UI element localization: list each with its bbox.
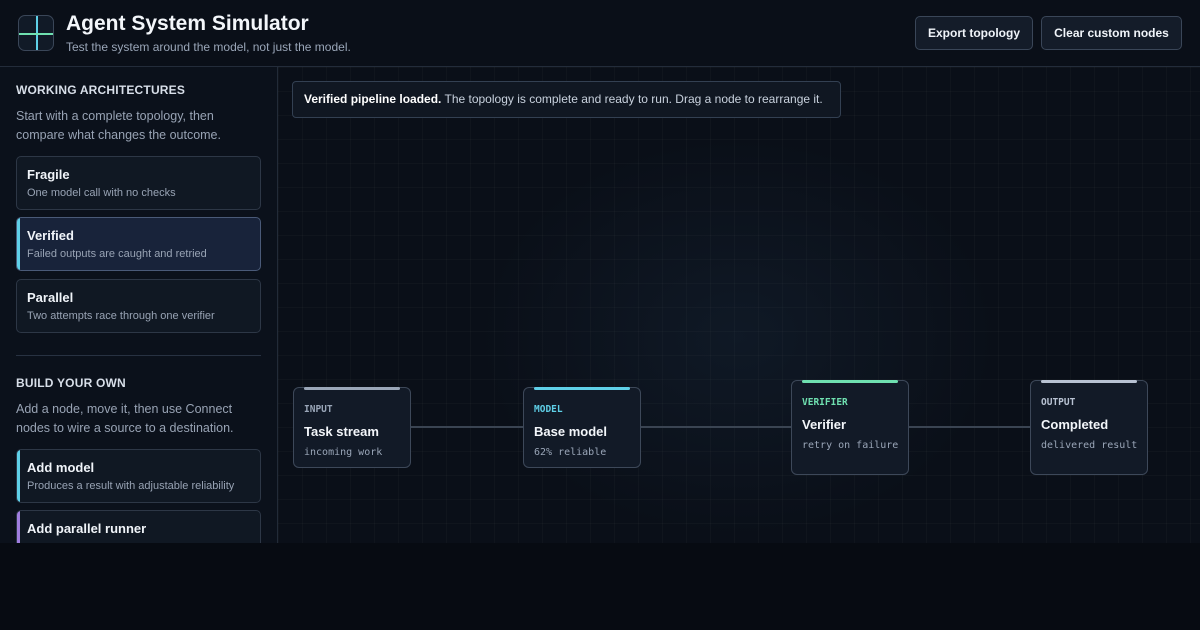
node-name: Base model bbox=[534, 424, 607, 439]
banner-bold-text: Verified pipeline loaded. bbox=[304, 92, 442, 106]
node-type: OUTPUT bbox=[1041, 397, 1076, 408]
card-title: Add parallel runner bbox=[27, 521, 147, 536]
selected-accent-bar bbox=[17, 218, 20, 270]
node-color-bar bbox=[304, 387, 400, 390]
model-accent-bar bbox=[17, 450, 20, 502]
card-description: Two attempts race through one verifier bbox=[27, 310, 215, 322]
topology-canvas[interactable]: Verified pipeline loaded. The topology i… bbox=[278, 67, 1200, 543]
node-model[interactable]: MODEL Base model 62% reliable bbox=[523, 387, 641, 468]
node-verifier[interactable]: VERIFIER Verifier retry on failure bbox=[791, 380, 909, 475]
node-detail: retry on failure bbox=[802, 440, 899, 451]
card-title: Add model bbox=[27, 460, 95, 475]
section-divider bbox=[16, 355, 261, 356]
architecture-card-fragile[interactable]: Fragile One model call with no checks bbox=[16, 156, 261, 210]
add-parallel-runner-button[interactable]: Add parallel runner bbox=[16, 510, 261, 543]
working-architectures-heading: WORKING ARCHITECTURES bbox=[16, 83, 186, 97]
build-your-own-heading: BUILD YOUR OWN bbox=[16, 376, 126, 390]
add-model-button[interactable]: Add model Produces a result with adjusta… bbox=[16, 449, 261, 503]
node-name: Task stream bbox=[304, 424, 379, 439]
edge-verifier-to-output bbox=[908, 426, 1031, 428]
card-title: Parallel bbox=[27, 290, 74, 305]
node-output[interactable]: OUTPUT Completed delivered result bbox=[1030, 380, 1148, 475]
node-color-bar bbox=[534, 387, 630, 390]
node-input[interactable]: INPUT Task stream incoming work bbox=[293, 387, 411, 468]
grid-logo-icon bbox=[18, 15, 54, 51]
card-description: One model call with no checks bbox=[27, 187, 176, 199]
status-banner: Verified pipeline loaded. The topology i… bbox=[292, 81, 841, 118]
node-type: VERIFIER bbox=[802, 397, 848, 408]
clear-custom-nodes-button[interactable]: Clear custom nodes bbox=[1041, 16, 1182, 50]
node-name: Completed bbox=[1041, 417, 1109, 432]
architecture-card-verified[interactable]: Verified Failed outputs are caught and r… bbox=[16, 217, 261, 271]
working-architectures-description: Start with a complete topology, then com… bbox=[16, 109, 221, 142]
edge-model-to-verifier bbox=[640, 426, 792, 428]
edge-input-to-model bbox=[410, 426, 524, 428]
parallel-accent-bar bbox=[17, 511, 20, 543]
node-detail: 62% reliable bbox=[534, 447, 607, 458]
build-your-own-description: Add a node, move it, then use Connect no… bbox=[16, 402, 234, 435]
export-topology-button[interactable]: Export topology bbox=[915, 16, 1033, 50]
card-title: Fragile bbox=[27, 167, 70, 182]
sidebar: WORKING ARCHITECTURES Start with a compl… bbox=[0, 67, 278, 543]
app-title: Agent System Simulator bbox=[66, 12, 309, 35]
architecture-card-parallel[interactable]: Parallel Two attempts race through one v… bbox=[16, 279, 261, 333]
app-header: Agent System Simulator Test the system a… bbox=[0, 0, 1200, 67]
app-subtitle: Test the system around the model, not ju… bbox=[66, 40, 351, 54]
empty-footer-area bbox=[0, 543, 1200, 630]
node-name: Verifier bbox=[802, 417, 847, 432]
node-detail: incoming work bbox=[304, 447, 383, 458]
banner-text: The topology is complete and ready to ru… bbox=[441, 92, 823, 106]
node-color-bar bbox=[1041, 380, 1137, 383]
card-description: Failed outputs are caught and retried bbox=[27, 248, 207, 260]
node-type: INPUT bbox=[304, 404, 333, 415]
card-description: Produces a result with adjustable reliab… bbox=[27, 480, 235, 492]
card-title: Verified bbox=[27, 228, 74, 243]
node-type: MODEL bbox=[534, 404, 563, 415]
node-detail: delivered result bbox=[1041, 440, 1138, 451]
node-color-bar bbox=[802, 380, 898, 383]
